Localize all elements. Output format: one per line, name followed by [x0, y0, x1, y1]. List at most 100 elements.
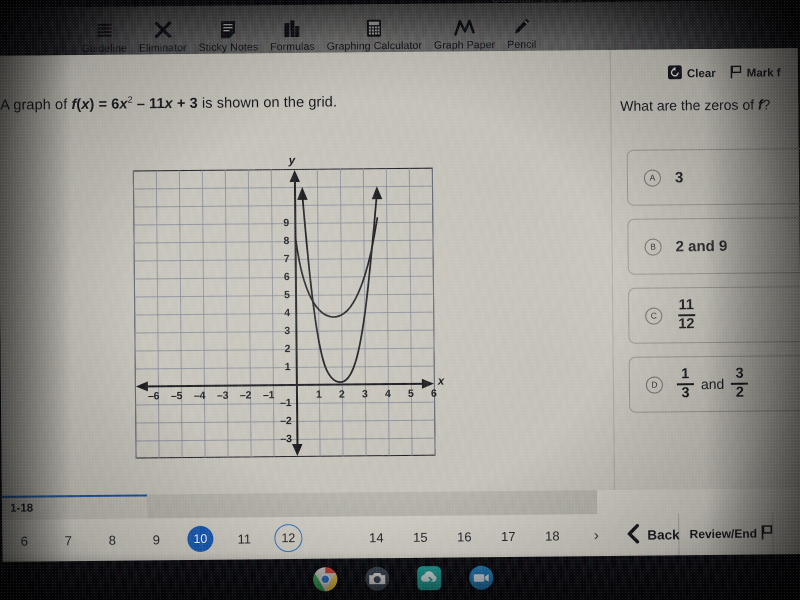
- zigzag-line-icon: [453, 15, 475, 37]
- page-18[interactable]: 18: [530, 514, 574, 556]
- bottom-navigation-bar: 1-18 6 7 8 9 10 11 12 14 15 16 17 18 › B…: [1, 488, 800, 562]
- page-17[interactable]: 17: [486, 515, 530, 557]
- content-area: A graph of f(x) = 6x2 – 11x + 3 is shown…: [0, 48, 800, 496]
- sticky-note-icon: [220, 18, 237, 40]
- page-8[interactable]: 8: [90, 519, 134, 561]
- tool-eliminator[interactable]: Eliminator: [133, 10, 193, 55]
- screen-surface: Question 12 of 18 Zoom Color P: [0, 0, 800, 600]
- tool-guideline-label: Guideline: [81, 42, 127, 56]
- calculator-icon: [366, 16, 383, 38]
- choice-c-bubble[interactable]: C: [645, 306, 663, 325]
- tool-graph-paper-label: Graph Paper: [433, 39, 496, 52]
- page-16[interactable]: 16: [442, 515, 486, 557]
- question-stem: A graph of f(x) = 6x2 – 11x + 3 is shown…: [0, 90, 600, 114]
- fraction-numerator: 1: [681, 366, 690, 383]
- choice-d-joiner: and: [700, 375, 725, 393]
- choice-a-text: 3: [674, 168, 684, 186]
- tool-sticky-notes-label: Sticky Notes: [198, 41, 259, 54]
- page-13[interactable]: [310, 516, 354, 558]
- choice-d-bubble[interactable]: D: [645, 375, 663, 394]
- x-axis-label: x: [437, 375, 445, 388]
- tools-collapse-arrow-icon[interactable]: [0, 17, 12, 40]
- tab-1-18[interactable]: 1-18: [1, 494, 148, 520]
- nav-right-group: Back Review/End: [614, 512, 800, 556]
- page-9[interactable]: 9: [134, 518, 178, 560]
- review-label: Review/End: [689, 526, 758, 542]
- fraction-denominator: 3: [681, 385, 690, 402]
- os-taskbar: [2, 554, 800, 600]
- answer-pane: Clear Mark f What are the zeros of f? A …: [610, 48, 800, 490]
- stem-suffix: is shown on the grid.: [197, 94, 338, 112]
- page-10-label: 10: [187, 525, 214, 553]
- tool-eliminator-label: Eliminator: [138, 42, 187, 55]
- page-10-current[interactable]: 10: [178, 518, 222, 560]
- stem-prefix: A graph of: [0, 96, 72, 114]
- tool-graphing-calculator-label: Graphing Calculator: [326, 39, 423, 53]
- stem-close-eq: ) = 6: [89, 96, 120, 113]
- page-11[interactable]: 11: [222, 517, 266, 559]
- camera-icon[interactable]: [364, 566, 389, 591]
- page-6[interactable]: 6: [2, 519, 46, 561]
- pencil-icon: [512, 15, 531, 37]
- tool-pencil-label: Pencil: [507, 38, 537, 51]
- choice-c[interactable]: C 11 12: [627, 285, 800, 344]
- question-post: ?: [762, 96, 771, 113]
- stem-var3: x: [164, 96, 173, 113]
- camcorder-icon[interactable]: [468, 565, 493, 590]
- formulas-book-icon: [283, 17, 302, 39]
- page-number-pager: 6 7 8 9 10 11 12 14 15 16 17 18 ›: [2, 513, 662, 561]
- back-button[interactable]: Back: [614, 523, 680, 547]
- fraction-11-12: 11 12: [676, 297, 696, 333]
- choice-c-text: 11 12: [676, 297, 696, 333]
- review-end-button[interactable]: Review/End: [690, 524, 773, 544]
- choice-b-bubble[interactable]: B: [644, 237, 662, 256]
- tools-toolbar: Tools Guideline Eliminator Sticky Notes …: [0, 0, 798, 56]
- tool-sticky-notes[interactable]: Sticky Notes: [192, 9, 264, 54]
- clear-label: Clear: [686, 67, 716, 80]
- page-12-active[interactable]: 12: [266, 517, 310, 559]
- flag-icon: [730, 65, 742, 82]
- mark-for-review-button[interactable]: Mark f: [730, 64, 781, 81]
- clear-button[interactable]: Clear: [667, 65, 716, 82]
- flag-icon: [761, 524, 772, 543]
- stem-minus: – 11: [132, 96, 165, 113]
- tool-formulas-label: Formulas: [270, 40, 315, 54]
- tab-1-18-label: 1-18: [10, 502, 34, 515]
- choice-b[interactable]: B 2 and 9: [627, 216, 800, 275]
- chrome-icon[interactable]: [312, 566, 337, 591]
- page-15[interactable]: 15: [398, 516, 442, 558]
- question-pre: What are the zeros of: [620, 96, 759, 114]
- next-page-chevron-icon[interactable]: ›: [574, 514, 618, 556]
- page-7[interactable]: 7: [46, 519, 90, 561]
- tool-items-group: Guideline Eliminator Sticky Notes Formul…: [75, 5, 542, 55]
- tool-guideline[interactable]: Guideline: [75, 11, 133, 56]
- cloud-app-icon[interactable]: [416, 565, 441, 590]
- fraction-denominator: 2: [735, 384, 744, 401]
- tool-formulas[interactable]: Formulas: [264, 9, 321, 54]
- fraction-numerator: 3: [735, 365, 744, 382]
- taskbar-icons: [3, 554, 800, 600]
- reset-arrow-icon: [667, 65, 682, 82]
- y-axis-label: y: [288, 155, 296, 168]
- photograph-of-screen: Question 12 of 18 Zoom Color P: [0, 0, 800, 600]
- choice-d[interactable]: D 1 3 and 3 2: [628, 354, 800, 413]
- stem-plus: + 3: [172, 95, 198, 112]
- fraction-numerator: 11: [678, 297, 694, 314]
- chevron-left-icon: [626, 523, 640, 546]
- back-label: Back: [647, 526, 680, 543]
- parabola-curve: [294, 186, 383, 384]
- answer-tools: Clear Mark f: [667, 64, 781, 82]
- choice-a[interactable]: A 3: [626, 147, 800, 206]
- tool-pencil[interactable]: Pencil: [501, 7, 543, 51]
- question-prompt: What are the zeros of f?: [620, 96, 800, 114]
- choice-d-text: 1 3 and 3 2: [676, 365, 749, 402]
- tool-graphing-calculator[interactable]: Graphing Calculator: [320, 8, 428, 53]
- choice-a-bubble[interactable]: A: [643, 168, 662, 187]
- page-14[interactable]: 14: [354, 516, 398, 558]
- fraction-denominator: 12: [678, 315, 695, 333]
- fraction-1-3: 1 3: [676, 366, 694, 402]
- x-eliminator-icon: [152, 18, 173, 40]
- guideline-icon: [94, 19, 114, 41]
- choice-b-text: 2 and 9: [675, 237, 728, 255]
- tool-graph-paper[interactable]: Graph Paper: [428, 7, 502, 52]
